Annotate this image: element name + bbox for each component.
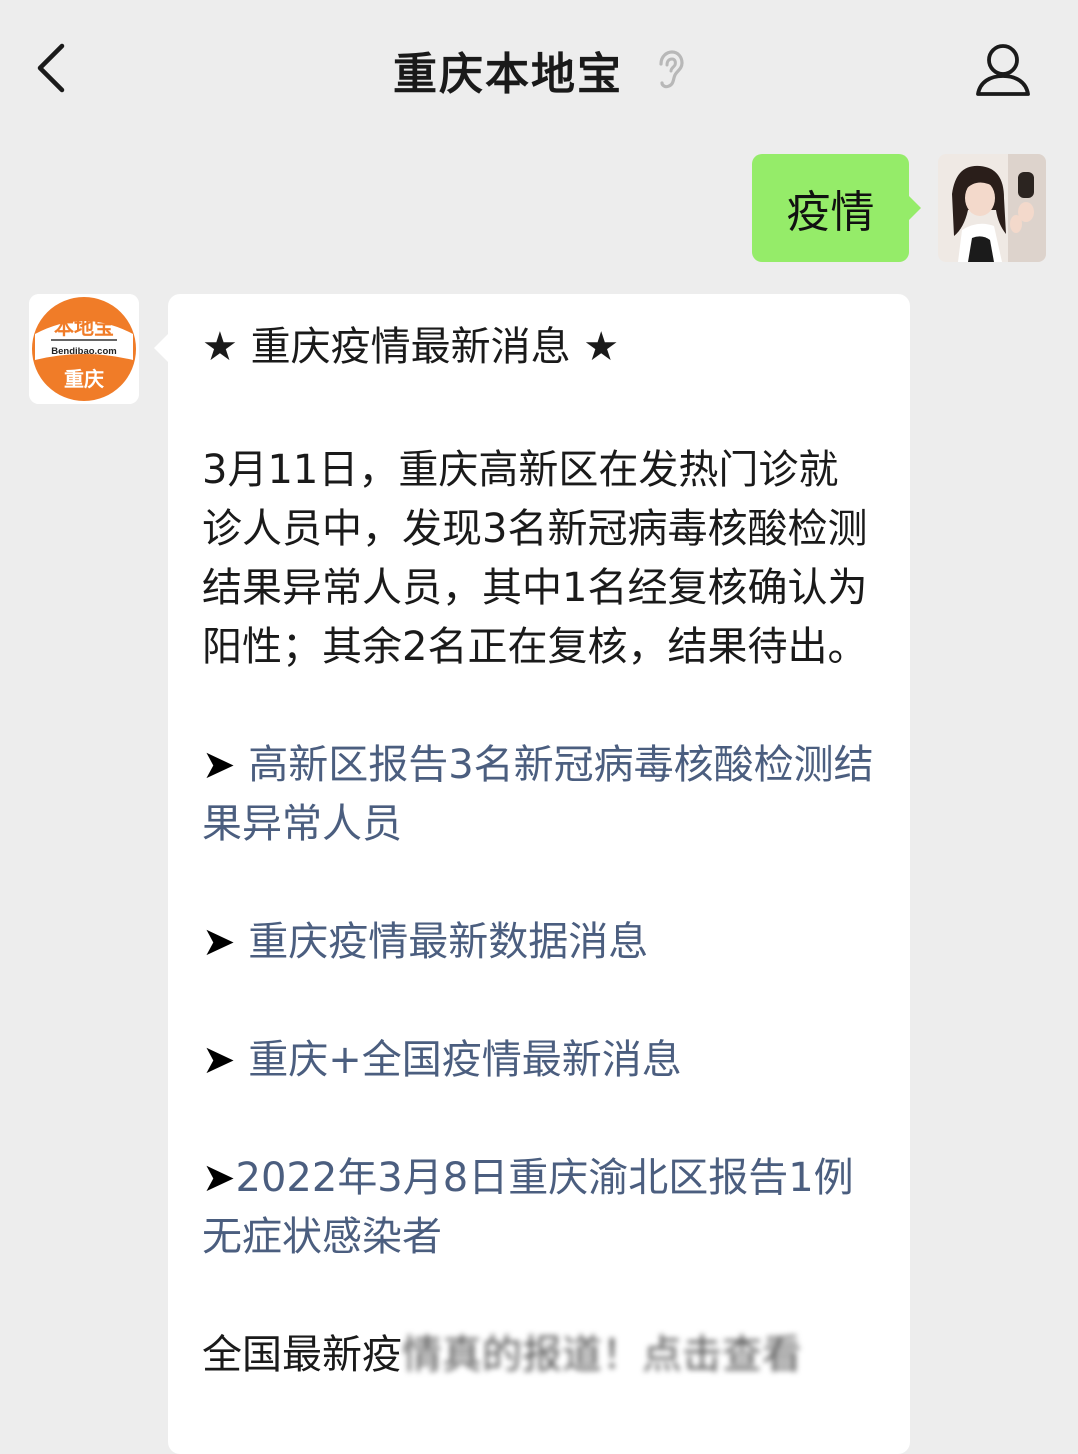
arrow-icon: ➤ <box>202 1155 236 1201</box>
news-link-label: 2022年3月8日重庆渝北区报告1例无症状感染者 <box>202 1155 854 1260</box>
chat-title: 重庆本地宝 <box>393 49 623 100</box>
message-body: 3月11日，重庆高新区在发热门诊就诊人员中，发现3名新冠病毒核酸检测结果异常人员… <box>202 447 868 670</box>
logo-city-text: 重庆 <box>64 367 104 391</box>
bendibao-logo: 本地宝 Bendibao.com 重庆 <box>29 294 139 404</box>
incoming-bubble: ★ 重庆疫情最新消息 ★ 3月11日，重庆高新区在发热门诊就诊人员中，发现3名新… <box>168 294 910 1454</box>
outgoing-bubble[interactable]: 疫情 <box>752 154 909 262</box>
news-link-4[interactable]: ➤2022年3月8日重庆渝北区报告1例无症状感染者 <box>202 1149 876 1267</box>
avatar-photo <box>938 154 1046 262</box>
news-link-1[interactable]: ➤ 高新区报告3名新冠病毒核酸检测结果异常人员 <box>202 736 876 854</box>
bubble-tail <box>907 194 921 222</box>
user-icon <box>976 44 1030 96</box>
profile-button[interactable] <box>972 40 1034 100</box>
arrow-icon: ➤ <box>202 919 236 965</box>
news-link-label: 高新区报告3名新冠病毒核酸检测结果异常人员 <box>202 742 874 847</box>
news-link-2[interactable]: ➤ 重庆疫情最新数据消息 <box>202 913 876 972</box>
title-area: 重庆本地宝 <box>0 42 1078 100</box>
bubble-tail <box>154 334 168 362</box>
message-title: ★ 重庆疫情最新消息 ★ <box>202 324 620 370</box>
arrow-icon: ➤ <box>202 742 236 788</box>
message-tail: 全国最新疫情真的报道！点击查看 <box>202 1326 876 1385</box>
arrow-icon: ➤ <box>202 1037 236 1083</box>
chat-header: 重庆本地宝 <box>0 0 1078 140</box>
news-link-3[interactable]: ➤ 重庆+全国疫情最新消息 <box>202 1031 876 1090</box>
news-link-label: 重庆疫情最新数据消息 <box>248 919 649 965</box>
logo-top-text: 本地宝 <box>54 315 114 339</box>
bot-avatar[interactable]: 本地宝 Bendibao.com 重庆 <box>29 294 139 404</box>
tail-blurred-text: 情真的报道！点击查看 <box>402 1332 802 1378</box>
logo-domain-text: Bendibao.com <box>51 346 116 357</box>
outgoing-text: 疫情 <box>786 187 875 238</box>
news-link-label: 重庆+全国疫情最新消息 <box>248 1037 682 1083</box>
tail-visible-text: 全国最新疫 <box>202 1332 402 1378</box>
user-avatar[interactable] <box>938 154 1046 262</box>
ear-icon <box>659 50 684 89</box>
